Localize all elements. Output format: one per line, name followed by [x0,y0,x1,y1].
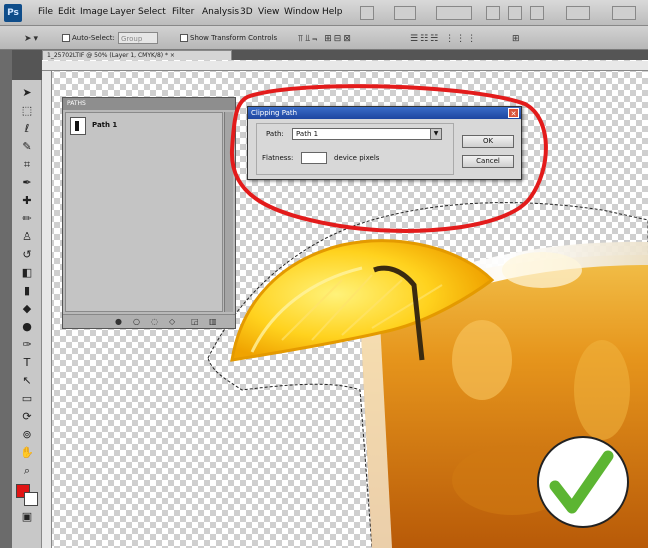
menu-help[interactable]: Help [322,7,343,17]
path-dropdown-value: Path 1 [296,130,319,138]
paths-scrollbar[interactable] [224,112,233,312]
quick-mask-icon[interactable]: ▣ [19,510,35,524]
close-icon[interactable]: ✕ [508,108,519,118]
path-dropdown[interactable]: Path 1 ▼ [292,128,442,140]
menu-bar: Ps File Edit Image Layer Select Filter A… [0,0,648,26]
flatness-input[interactable] [301,152,327,164]
lasso-icon[interactable]: ℓ [19,122,35,136]
hand-icon[interactable]: ✋ [19,446,35,460]
path-label: Path: [266,130,284,138]
flatness-label: Flatness: [262,154,294,162]
menu-layer[interactable]: Layer [110,7,135,17]
path-thumbnail [70,117,86,135]
menu-filter[interactable]: Filter [172,7,194,17]
dodge-icon[interactable]: ● [19,320,35,334]
gradient-icon[interactable]: ▮ [19,284,35,298]
workspace-switcher-icon[interactable] [612,6,636,20]
units-label: device pixels [334,154,380,162]
new-path-icon[interactable]: ◲ [191,317,199,326]
toolbox: ➤ ⬚ ℓ ✎ ⌗ ✒ ✚ ✏ ♙ ↺ ◧ ▮ ◆ ● ✑ T ↖ ▭ ⟳ ⊚ … [12,80,42,548]
paths-panel-title[interactable]: PATHS [63,98,235,110]
menu-image[interactable]: Image [80,7,108,17]
fill-path-icon[interactable]: ● [115,317,122,326]
menu-3d[interactable]: 3D [240,7,253,17]
show-transform-label: Show Transform Controls [190,34,278,42]
show-transform-checkbox[interactable] [180,34,188,42]
paths-panel: PATHS Path 1 ● ○ ◌ ◇ ◲ ▥ [62,97,236,329]
hand-tool-icon[interactable] [486,6,500,20]
3d-orbit-icon[interactable]: ⊚ [19,428,35,442]
path-select-icon[interactable]: ↖ [19,374,35,388]
type-icon[interactable]: T [19,356,35,370]
paths-panel-footer: ● ○ ◌ ◇ ◲ ▥ [63,314,235,328]
menu-analysis[interactable]: Analysis [202,7,239,17]
shape-icon[interactable]: ▭ [19,392,35,406]
magic-wand-icon[interactable]: ✎ [19,140,35,154]
dialog-title: Clipping Path [248,107,521,119]
brush-icon[interactable]: ✏ [19,212,35,226]
left-panel-strip [0,50,12,548]
move-icon[interactable]: ➤ [19,86,35,100]
load-selection-icon[interactable]: ◌ [151,317,158,326]
auto-select-dropdown[interactable]: Group [118,32,158,44]
align-icons[interactable]: ⫪⫫⫬ ⊞⊟⊠ [298,34,353,44]
crop-icon[interactable]: ⌗ [19,158,35,172]
auto-select-label: Auto-Select: [72,34,115,42]
tool-preset-picker-icon[interactable]: ➤▾ [24,34,40,44]
zoom-tool-icon[interactable] [508,6,522,20]
arrange-documents-icon[interactable] [566,6,590,20]
chevron-down-icon[interactable]: ▼ [430,129,441,139]
clipping-path-dialog: Clipping Path ✕ Path: Path 1 ▼ Flatness:… [247,106,522,180]
make-work-path-icon[interactable]: ◇ [169,317,175,326]
menu-select[interactable]: Select [138,7,166,17]
clone-stamp-icon[interactable]: ♙ [19,230,35,244]
healing-brush-icon[interactable]: ✚ [19,194,35,208]
zoom-icon[interactable]: ⌕ [19,464,35,478]
eraser-icon[interactable]: ◧ [19,266,35,280]
background-color-swatch[interactable] [24,492,38,506]
trash-icon[interactable]: ▥ [209,317,217,326]
history-brush-icon[interactable]: ↺ [19,248,35,262]
marquee-icon[interactable]: ⬚ [19,104,35,118]
pen-icon[interactable]: ✑ [19,338,35,352]
menu-window[interactable]: Window [284,7,320,17]
path-list-item[interactable]: Path 1 [68,115,220,137]
3d-rotate-icon[interactable]: ⟳ [19,410,35,424]
options-bar: ➤▾ Auto-Select: Group Show Transform Con… [0,26,648,50]
menu-file[interactable]: File [38,7,53,17]
photoshop-logo: Ps [4,4,22,22]
menu-view[interactable]: View [258,7,279,17]
cancel-button[interactable]: Cancel [462,155,514,168]
rotate-view-icon[interactable] [530,6,544,20]
paths-list: Path 1 [65,112,223,312]
bridge-icon[interactable] [360,6,374,20]
menu-edit[interactable]: Edit [58,7,75,17]
horizontal-ruler [42,61,648,71]
screen-mode-icon[interactable] [394,6,416,20]
auto-align-icon[interactable]: ⊞ [512,34,522,44]
vertical-ruler [42,71,52,548]
distribute-icons[interactable]: ☰☷☵ ⋮⋮⋮ [410,34,478,44]
ok-button[interactable]: OK [462,135,514,148]
blur-icon[interactable]: ◆ [19,302,35,316]
path-name: Path 1 [92,121,118,129]
eyedropper-icon[interactable]: ✒ [19,176,35,190]
stroke-path-icon[interactable]: ○ [133,317,140,326]
zoom-level-dropdown[interactable] [436,6,472,20]
auto-select-checkbox[interactable] [62,34,70,42]
